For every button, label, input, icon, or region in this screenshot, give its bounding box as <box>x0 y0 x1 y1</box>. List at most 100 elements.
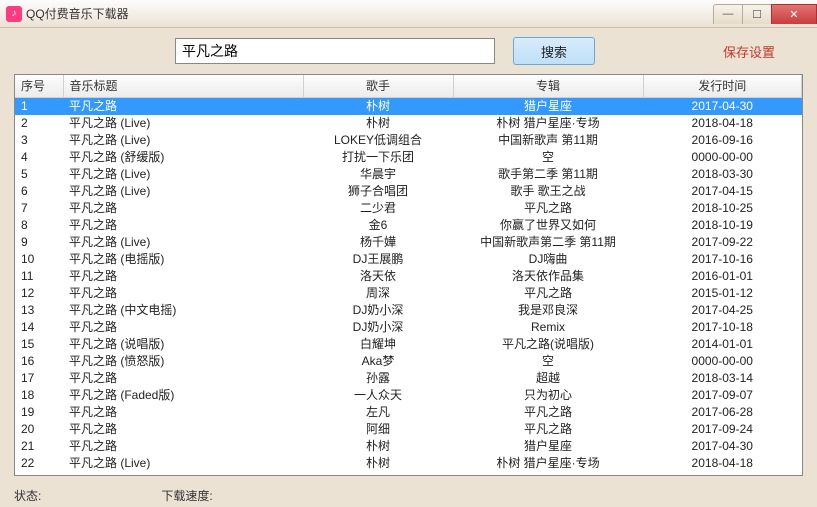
table-row[interactable]: 3平凡之路 (Live)LOKEY低调组合中国新歌声 第11期2016-09-1… <box>15 132 802 149</box>
cell-title: 平凡之路 (Live) <box>63 183 303 200</box>
table-row[interactable]: 18平凡之路 (Faded版)一人众天只为初心2017-09-07 <box>15 387 802 404</box>
window-controls: — ☐ ✕ <box>714 4 817 24</box>
cell-album: 中国新歌声第二季 第11期 <box>453 234 643 251</box>
cell-index: 10 <box>15 251 63 268</box>
cell-album: 超越 <box>453 370 643 387</box>
table-row[interactable]: 14平凡之路DJ奶小深Remix2017-10-18 <box>15 319 802 336</box>
search-bar: 搜索 保存设置 <box>0 28 817 74</box>
cell-index: 2 <box>15 115 63 132</box>
cell-date: 2017-06-28 <box>643 404 802 421</box>
cell-title: 平凡之路 <box>63 97 303 115</box>
cell-artist: DJ王展鹏 <box>303 251 453 268</box>
close-button[interactable]: ✕ <box>771 4 817 24</box>
cell-album: 你赢了世界又如何 <box>453 217 643 234</box>
col-date[interactable]: 发行时间 <box>643 75 802 97</box>
cell-title: 平凡之路 (舒缓版) <box>63 149 303 166</box>
cell-title: 平凡之路 <box>63 421 303 438</box>
cell-date: 2016-01-01 <box>643 268 802 285</box>
col-index[interactable]: 序号 <box>15 75 63 97</box>
table-row[interactable]: 1平凡之路朴树猎户星座2017-04-30 <box>15 97 802 115</box>
cell-date: 2017-04-25 <box>643 302 802 319</box>
cell-date: 2017-04-30 <box>643 97 802 115</box>
col-artist[interactable]: 歌手 <box>303 75 453 97</box>
cell-index: 1 <box>15 97 63 115</box>
search-button[interactable]: 搜索 <box>513 37 595 65</box>
cell-date: 2017-09-22 <box>643 234 802 251</box>
cell-album: 平凡之路 <box>453 285 643 302</box>
title-bar: ♪ QQ付费音乐下载器 — ☐ ✕ <box>0 0 817 28</box>
cell-index: 12 <box>15 285 63 302</box>
speed-label: 下载速度: <box>161 487 212 504</box>
col-album[interactable]: 专辑 <box>453 75 643 97</box>
cell-date: 2018-03-14 <box>643 370 802 387</box>
cell-album: Remix <box>453 319 643 336</box>
cell-album: 中国新歌声 第11期 <box>453 132 643 149</box>
table-row[interactable]: 11平凡之路洛天依洛天依作品集2016-01-01 <box>15 268 802 285</box>
cell-title: 平凡之路 <box>63 285 303 302</box>
maximize-button[interactable]: ☐ <box>742 4 772 24</box>
cell-artist: 二少君 <box>303 200 453 217</box>
table-row[interactable]: 22平凡之路 (Live)朴树朴树 猎户星座·专场2018-04-18 <box>15 455 802 472</box>
table-row[interactable]: 15平凡之路 (说唱版)白耀坤平凡之路(说唱版)2014-01-01 <box>15 336 802 353</box>
table-header-row: 序号 音乐标题 歌手 专辑 发行时间 <box>15 75 802 97</box>
cell-album: 洛天依作品集 <box>453 268 643 285</box>
table-row[interactable]: 8平凡之路金6你赢了世界又如何2018-10-19 <box>15 217 802 234</box>
cell-title: 平凡之路 <box>63 200 303 217</box>
cell-date: 2014-01-01 <box>643 336 802 353</box>
cell-title: 平凡之路 (电摇版) <box>63 251 303 268</box>
cell-title: 平凡之路 <box>63 268 303 285</box>
cell-artist: 洛天依 <box>303 268 453 285</box>
cell-artist: 孙露 <box>303 370 453 387</box>
cell-artist: LOKEY低调组合 <box>303 132 453 149</box>
status-label: 状态: <box>14 487 41 504</box>
cell-index: 13 <box>15 302 63 319</box>
cell-date: 0000-00-00 <box>643 353 802 370</box>
table-row[interactable]: 9平凡之路 (Live)杨千嬅中国新歌声第二季 第11期2017-09-22 <box>15 234 802 251</box>
table-row[interactable]: 19平凡之路左凡平凡之路2017-06-28 <box>15 404 802 421</box>
cell-title: 平凡之路 (愤怒版) <box>63 353 303 370</box>
results-table-container: 序号 音乐标题 歌手 专辑 发行时间 1平凡之路朴树猎户星座2017-04-30… <box>14 74 803 476</box>
table-row[interactable]: 10平凡之路 (电摇版)DJ王展鹏DJ嗨曲2017-10-16 <box>15 251 802 268</box>
cell-title: 平凡之路 (Live) <box>63 455 303 472</box>
table-row[interactable]: 7平凡之路二少君平凡之路2018-10-25 <box>15 200 802 217</box>
col-title[interactable]: 音乐标题 <box>63 75 303 97</box>
status-bar: 状态: 下载速度: <box>0 483 817 507</box>
table-row[interactable]: 13平凡之路 (中文电摇)DJ奶小深我是邓良深2017-04-25 <box>15 302 802 319</box>
cell-index: 20 <box>15 421 63 438</box>
table-row[interactable]: 16平凡之路 (愤怒版)Aka梦空0000-00-00 <box>15 353 802 370</box>
cell-artist: 周深 <box>303 285 453 302</box>
cell-date: 2016-09-16 <box>643 132 802 149</box>
cell-album: 平凡之路 <box>453 200 643 217</box>
cell-index: 14 <box>15 319 63 336</box>
cell-artist: 一人众天 <box>303 387 453 404</box>
minimize-button[interactable]: — <box>713 4 743 24</box>
table-row[interactable]: 5平凡之路 (Live)华晨宇歌手第二季 第11期2018-03-30 <box>15 166 802 183</box>
table-row[interactable]: 12平凡之路周深平凡之路2015-01-12 <box>15 285 802 302</box>
cell-title: 平凡之路 <box>63 404 303 421</box>
save-settings-link[interactable]: 保存设置 <box>723 42 775 61</box>
cell-album: 平凡之路 <box>453 421 643 438</box>
cell-title: 平凡之路 (Live) <box>63 234 303 251</box>
table-row[interactable]: 6平凡之路 (Live)狮子合唱团歌手 歌王之战2017-04-15 <box>15 183 802 200</box>
cell-index: 22 <box>15 455 63 472</box>
cell-title: 平凡之路 <box>63 217 303 234</box>
cell-artist: DJ奶小深 <box>303 302 453 319</box>
table-row[interactable]: 17平凡之路孙露超越2018-03-14 <box>15 370 802 387</box>
table-row[interactable]: 4平凡之路 (舒缓版)打扰一下乐团空0000-00-00 <box>15 149 802 166</box>
cell-date: 2017-10-16 <box>643 251 802 268</box>
cell-index: 18 <box>15 387 63 404</box>
cell-album: 平凡之路(说唱版) <box>453 336 643 353</box>
cell-artist: 白耀坤 <box>303 336 453 353</box>
cell-index: 19 <box>15 404 63 421</box>
cell-index: 3 <box>15 132 63 149</box>
cell-artist: DJ奶小深 <box>303 319 453 336</box>
search-input[interactable] <box>175 38 495 64</box>
table-row[interactable]: 21平凡之路朴树猎户星座2017-04-30 <box>15 438 802 455</box>
cell-date: 2018-04-18 <box>643 455 802 472</box>
table-row[interactable]: 2平凡之路 (Live)朴树朴树 猎户星座·专场2018-04-18 <box>15 115 802 132</box>
cell-album: 平凡之路 <box>453 404 643 421</box>
cell-date: 2018-10-19 <box>643 217 802 234</box>
table-row[interactable]: 20平凡之路阿细平凡之路2017-09-24 <box>15 421 802 438</box>
cell-date: 2017-09-24 <box>643 421 802 438</box>
results-scroll[interactable]: 序号 音乐标题 歌手 专辑 发行时间 1平凡之路朴树猎户星座2017-04-30… <box>15 75 802 475</box>
